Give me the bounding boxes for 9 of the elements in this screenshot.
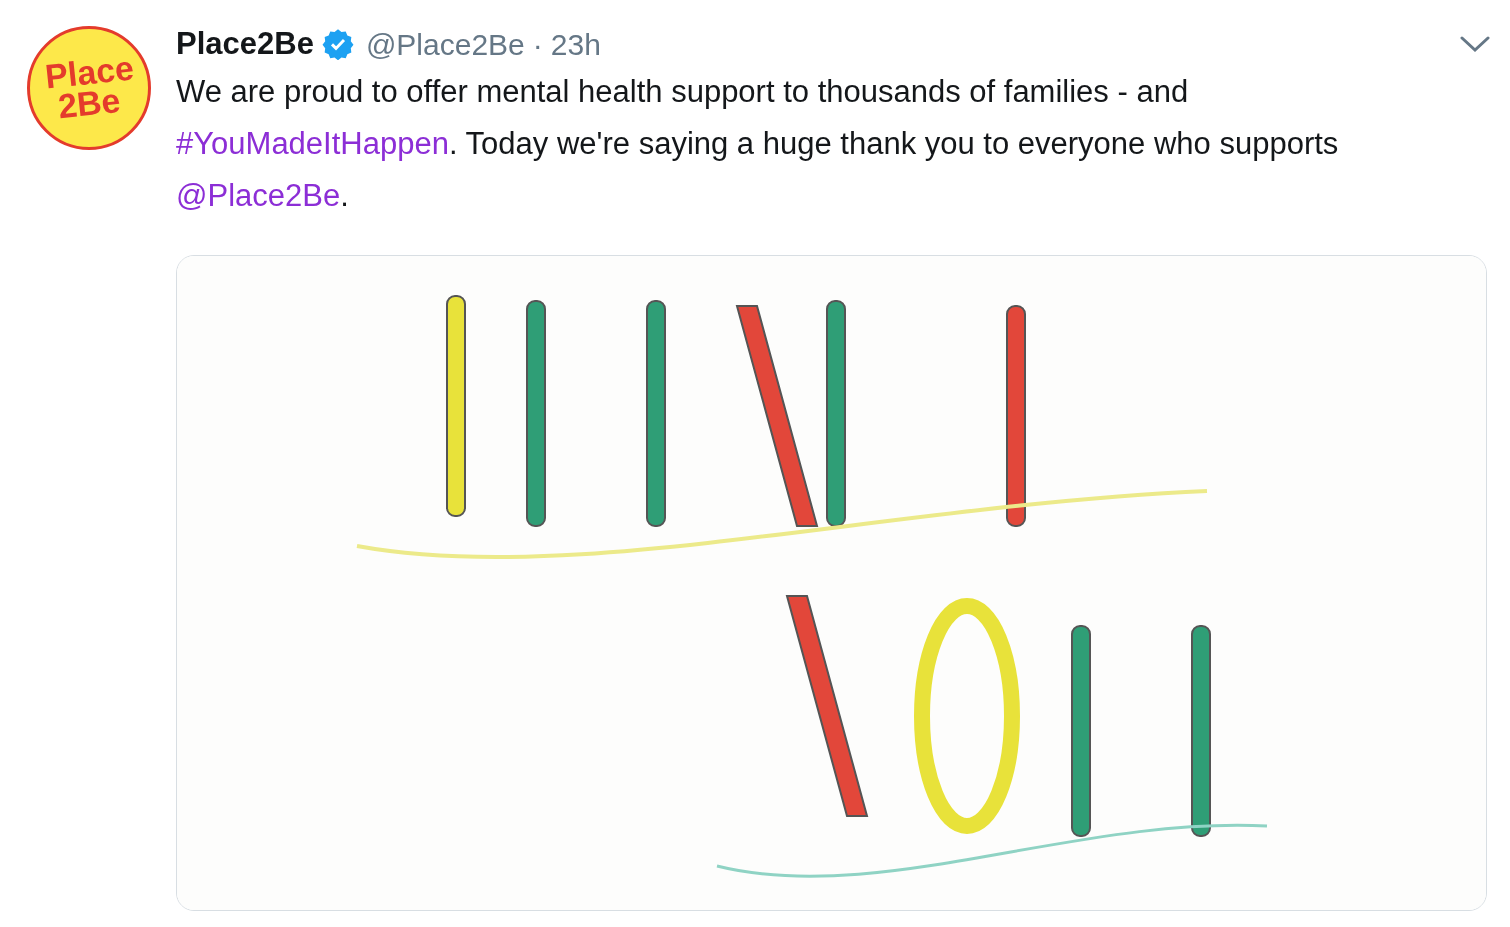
avatar[interactable]: Place 2Be [27, 26, 151, 150]
hashtag-link[interactable]: #YouMadeItHappen [176, 126, 449, 161]
timestamp[interactable]: 23h [550, 21, 601, 67]
author-name[interactable]: Place2Be [176, 20, 314, 68]
separator: · [532, 26, 543, 63]
chevron-down-icon[interactable] [1460, 35, 1490, 53]
author-handle[interactable]: @Place2Be [365, 21, 525, 67]
tweet-text: We are proud to offer mental health support to thousands of families - and #YouMadeItHappen. Today we're saying a huge thank you to everyone who supports @Place2Be. [176, 73, 1340, 215]
mention-link[interactable]: @Place2Be [176, 178, 341, 213]
